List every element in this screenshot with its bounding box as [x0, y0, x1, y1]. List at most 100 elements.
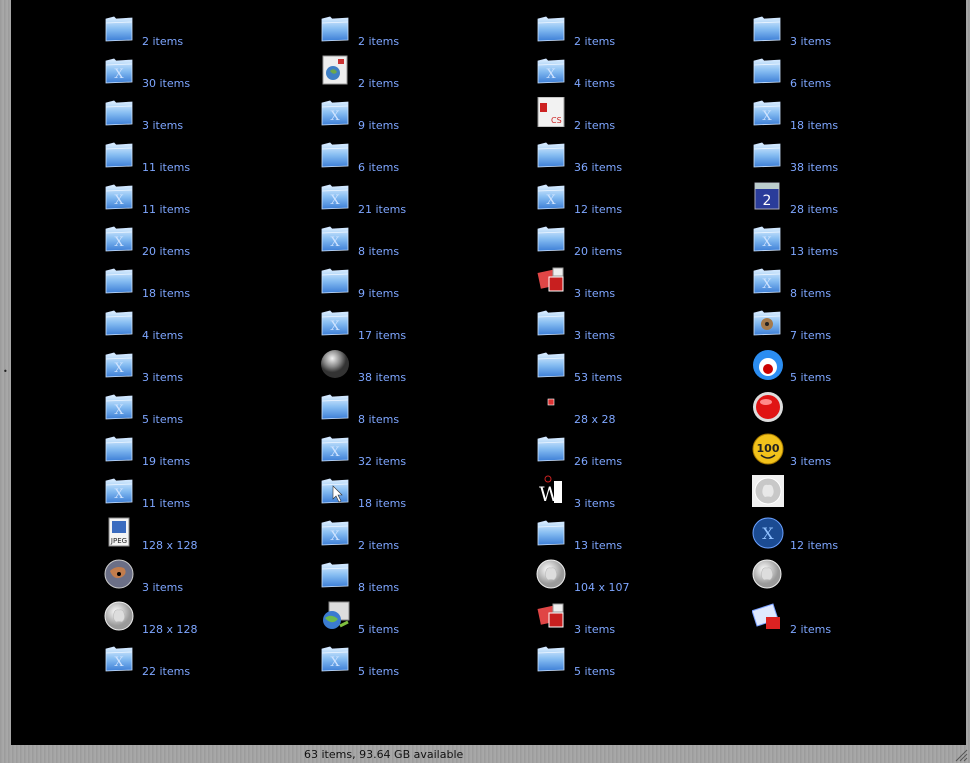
folder-music-icon[interactable]: [752, 307, 782, 337]
red-button-icon[interactable]: [752, 391, 783, 422]
file-item[interactable]: 104 x 107: [536, 559, 736, 601]
file-item[interactable]: X 5 items: [320, 643, 520, 685]
apple-disc-icon[interactable]: [104, 601, 134, 631]
file-item[interactable]: X 5 items: [104, 391, 304, 433]
folder-x-icon[interactable]: X: [320, 97, 350, 127]
apple-disc-icon[interactable]: [752, 559, 782, 589]
folder-icon[interactable]: [320, 265, 350, 295]
installer-box-icon[interactable]: [320, 55, 350, 85]
folder-x-icon[interactable]: X: [320, 223, 350, 253]
file-item[interactable]: X 20 items: [104, 223, 304, 265]
file-item[interactable]: 3 items: [536, 307, 736, 349]
file-item[interactable]: X 11 items: [104, 475, 304, 517]
file-item[interactable]: 8 items: [320, 559, 520, 601]
file-item[interactable]: 3 items: [752, 13, 952, 55]
file-item[interactable]: 2 items: [536, 13, 736, 55]
file-item[interactable]: 2 items: [104, 13, 304, 55]
folder-icon[interactable]: [104, 139, 134, 169]
folder-icon[interactable]: [104, 97, 134, 127]
file-item[interactable]: 11 items: [104, 139, 304, 181]
folder-x-icon[interactable]: X: [104, 55, 134, 85]
file-item[interactable]: 26 items: [536, 433, 736, 475]
file-item[interactable]: W 3 items: [536, 475, 736, 517]
folder-x-icon[interactable]: X: [104, 181, 134, 211]
file-item[interactable]: X 13 items: [752, 223, 952, 265]
folder-icon[interactable]: [536, 433, 566, 463]
file-item[interactable]: 8 items: [320, 391, 520, 433]
folder-x-icon[interactable]: X: [536, 55, 566, 85]
adobe-cs-box-icon[interactable]: CS: [536, 96, 566, 128]
file-item[interactable]: X 32 items: [320, 433, 520, 475]
folder-x-icon[interactable]: X: [320, 643, 350, 673]
folder-icon[interactable]: [104, 433, 134, 463]
file-item[interactable]: 18 items: [104, 265, 304, 307]
folder-x-icon[interactable]: X: [320, 517, 350, 547]
file-item[interactable]: 3 items: [104, 559, 304, 601]
folder-x-icon[interactable]: X: [320, 307, 350, 337]
drag-handle-icon[interactable]: •: [3, 368, 8, 376]
file-item[interactable]: X 17 items: [320, 307, 520, 349]
file-item[interactable]: 3 items: [536, 265, 736, 307]
file-item[interactable]: 2 28 items: [752, 181, 952, 223]
file-item[interactable]: 3 items: [104, 97, 304, 139]
folder-x-icon[interactable]: X: [752, 223, 782, 253]
file-item[interactable]: X 12 items: [752, 517, 952, 559]
file-item[interactable]: 4 items: [104, 307, 304, 349]
calendar-icon[interactable]: 2: [752, 181, 782, 211]
folder-pointer-icon[interactable]: [320, 475, 350, 505]
blue-x-disc-icon[interactable]: X: [752, 517, 784, 549]
folder-icon[interactable]: [752, 139, 782, 169]
folder-icon[interactable]: [536, 517, 566, 547]
blue-ring-icon[interactable]: [752, 349, 783, 380]
folder-x-icon[interactable]: X: [752, 265, 782, 295]
tiny-red-icon[interactable]: [536, 391, 566, 421]
file-item[interactable]: [752, 391, 952, 433]
file-item[interactable]: 2 items: [320, 13, 520, 55]
folder-icon[interactable]: [536, 349, 566, 379]
folder-icon[interactable]: [320, 391, 350, 421]
folder-icon[interactable]: [536, 307, 566, 337]
file-item[interactable]: 5 items: [536, 643, 736, 685]
apple-disc-square-icon[interactable]: [752, 475, 784, 507]
file-item[interactable]: 18 items: [320, 475, 520, 517]
file-item[interactable]: X 21 items: [320, 181, 520, 223]
file-item[interactable]: 2 items: [320, 55, 520, 97]
file-item[interactable]: X 11 items: [104, 181, 304, 223]
folder-x-icon[interactable]: X: [320, 181, 350, 211]
folder-x-icon[interactable]: X: [320, 433, 350, 463]
folder-icon[interactable]: [104, 265, 134, 295]
mail-package-icon[interactable]: [751, 601, 782, 631]
file-item[interactable]: 6 items: [320, 139, 520, 181]
folder-icon[interactable]: [752, 13, 782, 43]
folder-icon[interactable]: [320, 139, 350, 169]
file-item[interactable]: 2 items: [751, 601, 952, 643]
folder-x-icon[interactable]: X: [104, 349, 134, 379]
file-item[interactable]: 9 items: [320, 265, 520, 307]
file-item[interactable]: 28 x 28: [536, 391, 736, 433]
folder-x-icon[interactable]: X: [104, 223, 134, 253]
resize-grip-icon[interactable]: [954, 748, 968, 762]
apple-disc-icon[interactable]: [536, 559, 566, 589]
file-item[interactable]: 13 items: [536, 517, 736, 559]
file-item[interactable]: X 30 items: [104, 55, 304, 97]
folder-x-icon[interactable]: X: [104, 475, 134, 505]
jpeg-file-icon[interactable]: JPEG: [104, 517, 134, 547]
folder-x-icon[interactable]: X: [104, 391, 134, 421]
file-item[interactable]: 3 items: [536, 601, 736, 643]
file-item[interactable]: X 12 items: [536, 181, 736, 223]
file-item[interactable]: X 22 items: [104, 643, 304, 685]
file-item[interactable]: 38 items: [320, 349, 520, 391]
file-item[interactable]: 5 items: [320, 601, 520, 643]
file-item[interactable]: [752, 559, 952, 601]
folder-icon[interactable]: [320, 13, 350, 43]
smiley-100-icon[interactable]: 100: [752, 433, 784, 465]
gray-sphere-icon[interactable]: [320, 349, 350, 379]
red-package-icon[interactable]: [536, 265, 566, 295]
earth-disc-icon[interactable]: [104, 559, 134, 589]
file-item[interactable]: X 2 items: [320, 517, 520, 559]
folder-icon[interactable]: [320, 559, 350, 589]
file-item[interactable]: 6 items: [752, 55, 952, 97]
file-item[interactable]: X 9 items: [320, 97, 520, 139]
file-item[interactable]: 100 3 items: [752, 433, 952, 475]
folder-x-icon[interactable]: X: [104, 643, 134, 673]
